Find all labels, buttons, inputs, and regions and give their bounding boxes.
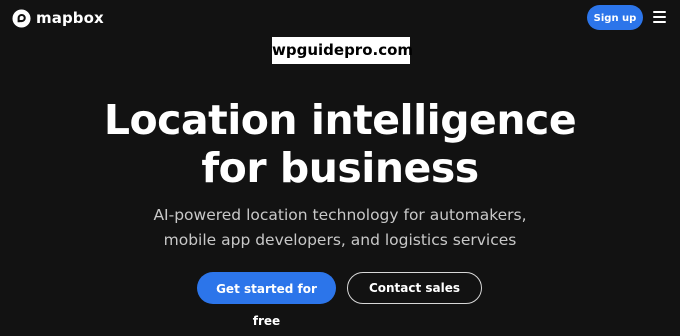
- hero-title-line-1: Location intelligence: [103, 96, 577, 144]
- hero-subtitle-line-1: AI-powered location technology for autom…: [153, 206, 527, 224]
- contact-sales-button[interactable]: Contact sales: [347, 272, 482, 304]
- logo-text: mapbox: [36, 8, 104, 27]
- sign-up-button[interactable]: Sign up: [587, 5, 643, 30]
- hero-subtitle: AI-powered location technology for autom…: [0, 203, 680, 253]
- mapbox-logo[interactable]: mapbox: [12, 7, 104, 29]
- watermark-label: wpguidepro.com: [272, 37, 413, 64]
- get-started-button[interactable]: Get started for free: [197, 272, 336, 328]
- hamburger-menu-icon[interactable]: [653, 11, 666, 23]
- mapbox-logo-icon: [12, 8, 31, 28]
- hero-subtitle-line-2: mobile app developers, and logistics ser…: [163, 231, 517, 249]
- site-header: mapbox Sign up: [0, 0, 680, 36]
- hero-title-line-2: for business: [201, 144, 479, 192]
- hero-title: Location intelligence for business: [0, 96, 680, 192]
